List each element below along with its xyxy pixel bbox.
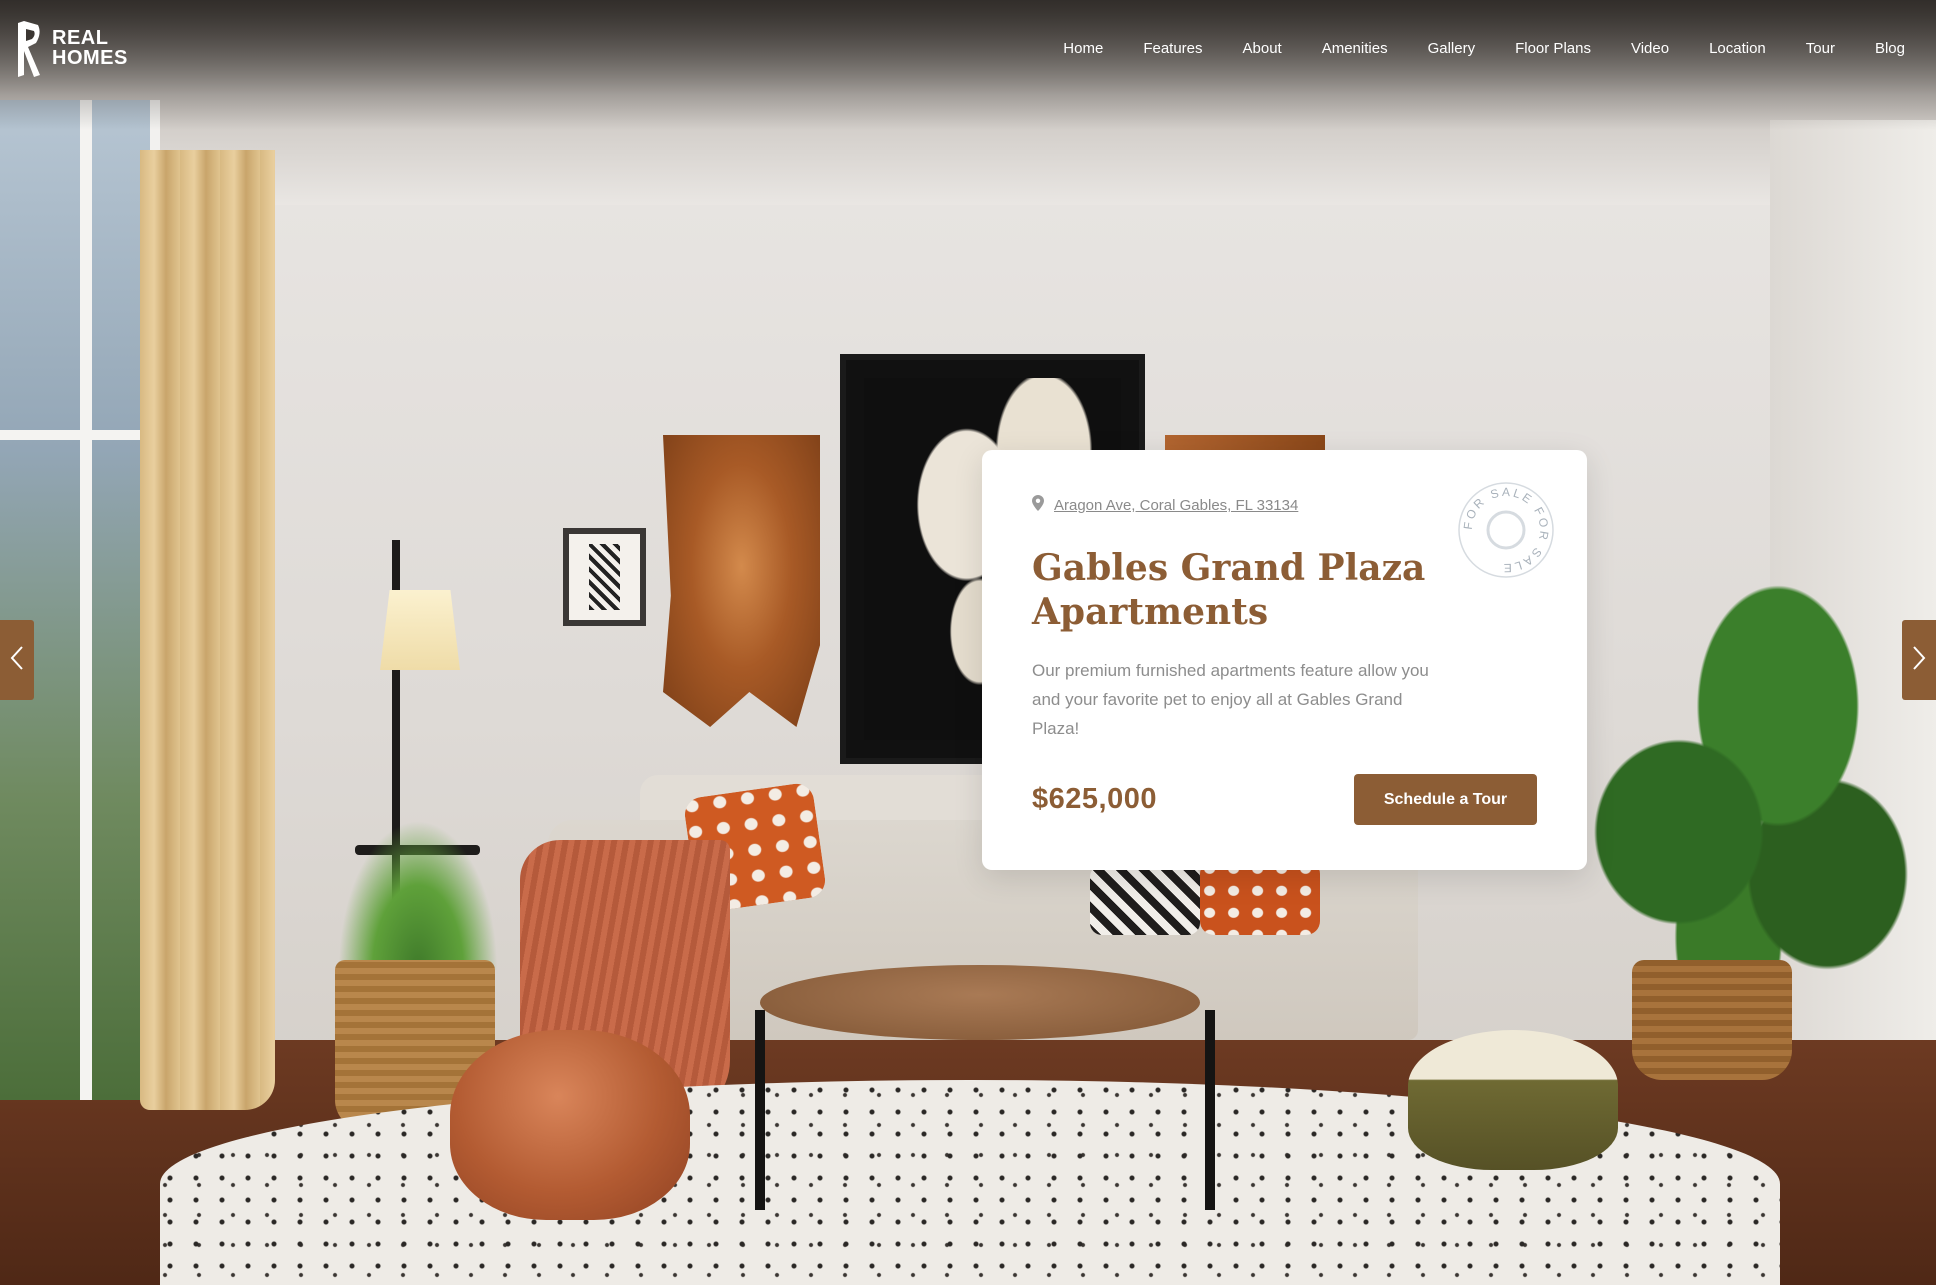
svg-text:FOR SALE FOR SALE: FOR SALE FOR SALE [1461,485,1552,575]
nav-item-gallery[interactable]: Gallery [1408,40,1496,57]
slider-next-button[interactable] [1902,620,1936,700]
map-pin-icon [1032,495,1044,516]
property-description: Our premium furnished apartments feature… [1032,661,1429,738]
nav-item-features[interactable]: Features [1123,40,1222,57]
nav-item-location[interactable]: Location [1689,40,1786,57]
for-sale-badge: FOR SALE FOR SALE [1456,480,1556,580]
badge-text: FOR SALE FOR SALE [1461,485,1549,575]
hero-background-image [0,0,1936,1285]
nav-item-tour[interactable]: Tour [1786,40,1855,57]
property-address-link[interactable]: Aragon Ave, Coral Gables, FL 33134 [1054,497,1298,514]
nav-item-blog[interactable]: Blog [1855,40,1914,57]
property-card: Aragon Ave, Coral Gables, FL 33134 FOR S… [982,450,1587,870]
chevron-right-icon [1912,645,1926,676]
logo-text: REAL HOMES [52,28,128,68]
site-header: REAL HOMES Home Features About Amenities… [0,0,1936,96]
nav-item-floor-plans[interactable]: Floor Plans [1495,40,1611,57]
slider-prev-button[interactable] [0,620,34,700]
logo-line-2: HOMES [52,47,128,69]
logo-icon [14,19,44,77]
nav-item-amenities[interactable]: Amenities [1302,40,1408,57]
property-price: $625,000 [1032,783,1157,815]
main-nav: Home Features About Amenities Gallery Fl… [1043,40,1914,57]
schedule-tour-button[interactable]: Schedule a Tour [1354,774,1537,825]
site-logo[interactable]: REAL HOMES [14,19,128,77]
chevron-left-icon [10,645,24,676]
nav-item-video[interactable]: Video [1611,40,1689,57]
page: REAL HOMES Home Features About Amenities… [0,0,1936,1285]
nav-item-about[interactable]: About [1223,40,1302,57]
logo-line-1: REAL [52,27,109,49]
price-row: $625,000 Schedule a Tour [1032,774,1537,825]
property-title: Gables Grand Plaza Apartments [1032,547,1426,633]
nav-item-home[interactable]: Home [1043,40,1123,57]
